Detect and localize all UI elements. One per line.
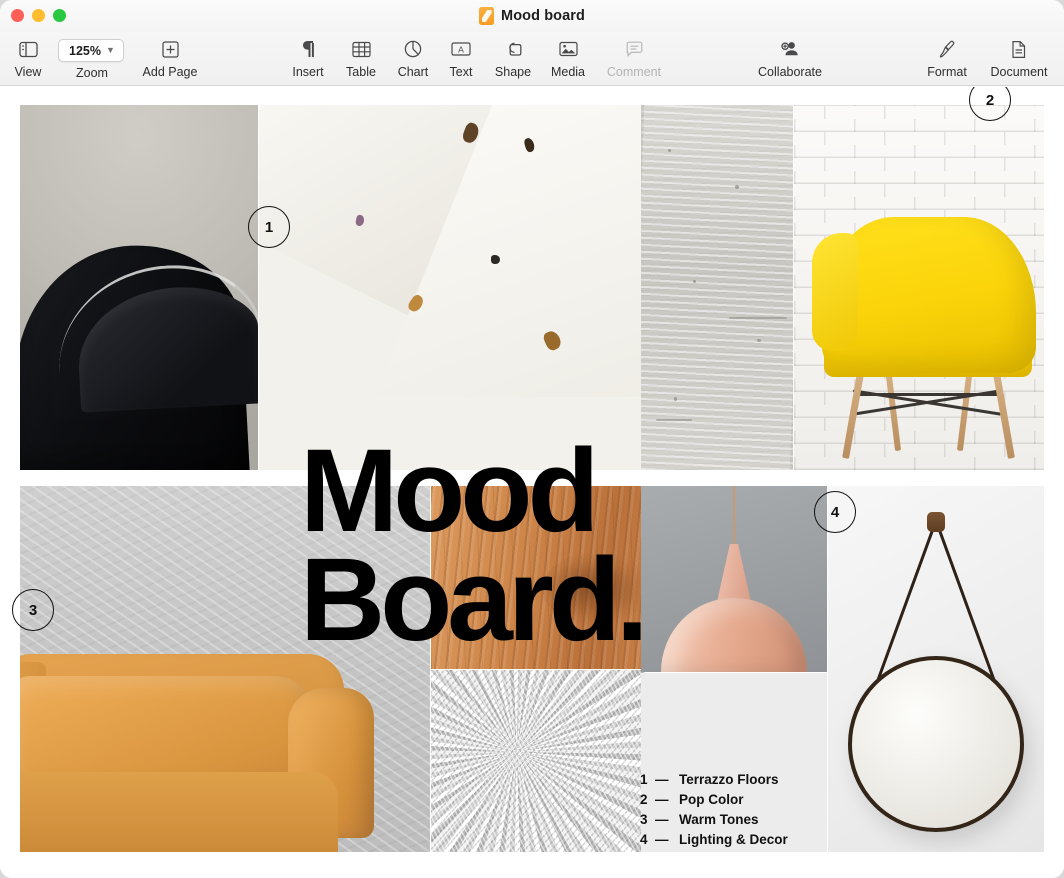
marker-badge-3[interactable]: 3 xyxy=(12,589,54,631)
marker-badge-number: 2 xyxy=(986,92,994,109)
page-sheet xyxy=(20,105,1044,852)
lamp-cord xyxy=(733,486,735,548)
legend-number: 1 xyxy=(640,772,655,787)
concrete-speck xyxy=(693,280,696,283)
legend-number: 3 xyxy=(640,812,655,827)
toolbar-add-page-button[interactable]: Add Page xyxy=(133,36,207,79)
toolbar-table-label: Table xyxy=(346,65,376,79)
mirror-wall-knob xyxy=(927,512,945,532)
pie-chart-icon xyxy=(404,36,422,62)
legend-label: Warm Tones xyxy=(679,812,759,827)
traffic-light-buttons[interactable] xyxy=(11,9,66,22)
concrete-speck xyxy=(668,149,671,152)
chevron-down-icon: ▼ xyxy=(106,46,115,55)
marker-badge-number: 1 xyxy=(265,219,273,236)
legend-item: 3 — Warm Tones xyxy=(640,812,840,827)
photo-icon xyxy=(559,36,578,62)
toolbar-collaborate-label: Collaborate xyxy=(758,65,822,79)
mirror-glass xyxy=(848,656,1024,832)
legend-item: 4 — Lighting & Decor xyxy=(640,832,840,847)
legend-number: 4 xyxy=(640,832,655,847)
toolbar-text-label: Text xyxy=(450,65,473,79)
terrazzo-slab-photo[interactable] xyxy=(259,105,645,470)
paintbrush-icon xyxy=(938,36,956,62)
toolbar-comment-button[interactable]: Comment xyxy=(597,36,671,79)
grey-fur-texture-photo[interactable] xyxy=(431,670,645,852)
terrazzo-fleck xyxy=(491,255,500,264)
concrete-speck xyxy=(674,397,677,401)
toolbar-view-button[interactable]: View xyxy=(0,36,65,79)
close-window-button[interactable] xyxy=(11,9,24,22)
toolbar-collaborate-button[interactable]: Collaborate xyxy=(753,36,827,79)
title-bar: Mood board xyxy=(0,0,1064,32)
legend-label: Terrazzo Floors xyxy=(679,772,779,787)
marker-badge-4[interactable]: 4 xyxy=(814,491,856,533)
plus-square-icon xyxy=(162,36,179,62)
legend-dash: — xyxy=(655,792,679,807)
legend-dash: — xyxy=(655,832,679,847)
round-hanging-mirror-photo[interactable] xyxy=(828,486,1044,852)
marker-badge-number: 4 xyxy=(831,504,839,521)
toolbar-document-label: Document xyxy=(991,65,1048,79)
toolbar-insert-label: Insert xyxy=(292,65,323,79)
concrete-crack xyxy=(729,317,787,319)
legend-label: Pop Color xyxy=(679,792,744,807)
legend-list[interactable]: 1 — Terrazzo Floors 2 — Pop Color 3 — Wa… xyxy=(640,772,840,852)
document-page-icon xyxy=(1011,36,1027,62)
speech-bubble-icon xyxy=(626,36,643,62)
legend-item: 1 — Terrazzo Floors xyxy=(640,772,840,787)
tan-leather-sofa-photo[interactable] xyxy=(20,486,430,852)
legend-dash: — xyxy=(655,812,679,827)
legend-item: 2 — Pop Color xyxy=(640,792,840,807)
lamp-neck xyxy=(717,544,751,602)
lamp-shade xyxy=(661,598,807,672)
black-leather-chair-photo[interactable] xyxy=(20,105,258,470)
fur-strand-overlay xyxy=(431,670,645,852)
text-box-icon: A xyxy=(451,36,471,62)
legend-label: Lighting & Decor xyxy=(679,832,788,847)
concrete-speck xyxy=(735,185,739,189)
toolbar-comment-label: Comment xyxy=(607,65,661,79)
legend-dash: — xyxy=(655,772,679,787)
marker-badge-1[interactable]: 1 xyxy=(248,206,290,248)
yellow-chair-armrest xyxy=(812,233,858,351)
legend-number: 2 xyxy=(640,792,655,807)
marker-badge-number: 3 xyxy=(29,602,37,619)
sofa-base xyxy=(20,772,338,852)
toolbar-shape-label: Shape xyxy=(495,65,531,79)
toolbar-media-button[interactable]: Media xyxy=(531,36,605,79)
toolbar-zoom-label: Zoom xyxy=(58,66,126,80)
sidebar-icon xyxy=(19,36,38,62)
document-canvas[interactable]: Mood Board. 1 2 3 4 1 — Terrazzo Floors … xyxy=(0,87,1064,878)
toolbar-add-page-label: Add Page xyxy=(143,65,198,79)
concrete-speck xyxy=(757,339,761,342)
pilcrow-icon xyxy=(300,36,316,62)
toolbar: View 125% ▼ Zoom Add Page Inser xyxy=(0,32,1064,86)
wood-grain-photo[interactable] xyxy=(431,486,645,669)
toolbar-format-button[interactable]: Format xyxy=(910,36,984,79)
toolbar-view-label: View xyxy=(15,65,42,79)
toolbar-format-label: Format xyxy=(927,65,967,79)
window-title-group: Mood board xyxy=(0,0,1064,32)
svg-text:A: A xyxy=(458,44,464,54)
concrete-texture-photo[interactable] xyxy=(641,105,793,470)
pages-app-window: Mood board View 125% ▼ Zoom xyxy=(0,0,1064,878)
window-title: Mood board xyxy=(501,8,585,24)
wood-knot xyxy=(542,552,645,626)
minimize-window-button[interactable] xyxy=(32,9,45,22)
zoom-select[interactable]: 125% ▼ xyxy=(58,39,124,62)
yellow-chair-white-brick-photo[interactable] xyxy=(794,105,1044,470)
zoom-value: 125% xyxy=(69,44,101,58)
pink-pendant-lamp-photo[interactable] xyxy=(641,486,827,672)
concrete-crack xyxy=(656,419,692,421)
table-grid-icon xyxy=(352,36,371,62)
add-person-icon xyxy=(781,36,800,62)
toolbar-document-button[interactable]: Document xyxy=(982,36,1056,79)
toolbar-media-label: Media xyxy=(551,65,585,79)
shapes-icon xyxy=(504,36,523,62)
maximize-window-button[interactable] xyxy=(53,9,66,22)
pages-document-icon xyxy=(479,7,494,25)
